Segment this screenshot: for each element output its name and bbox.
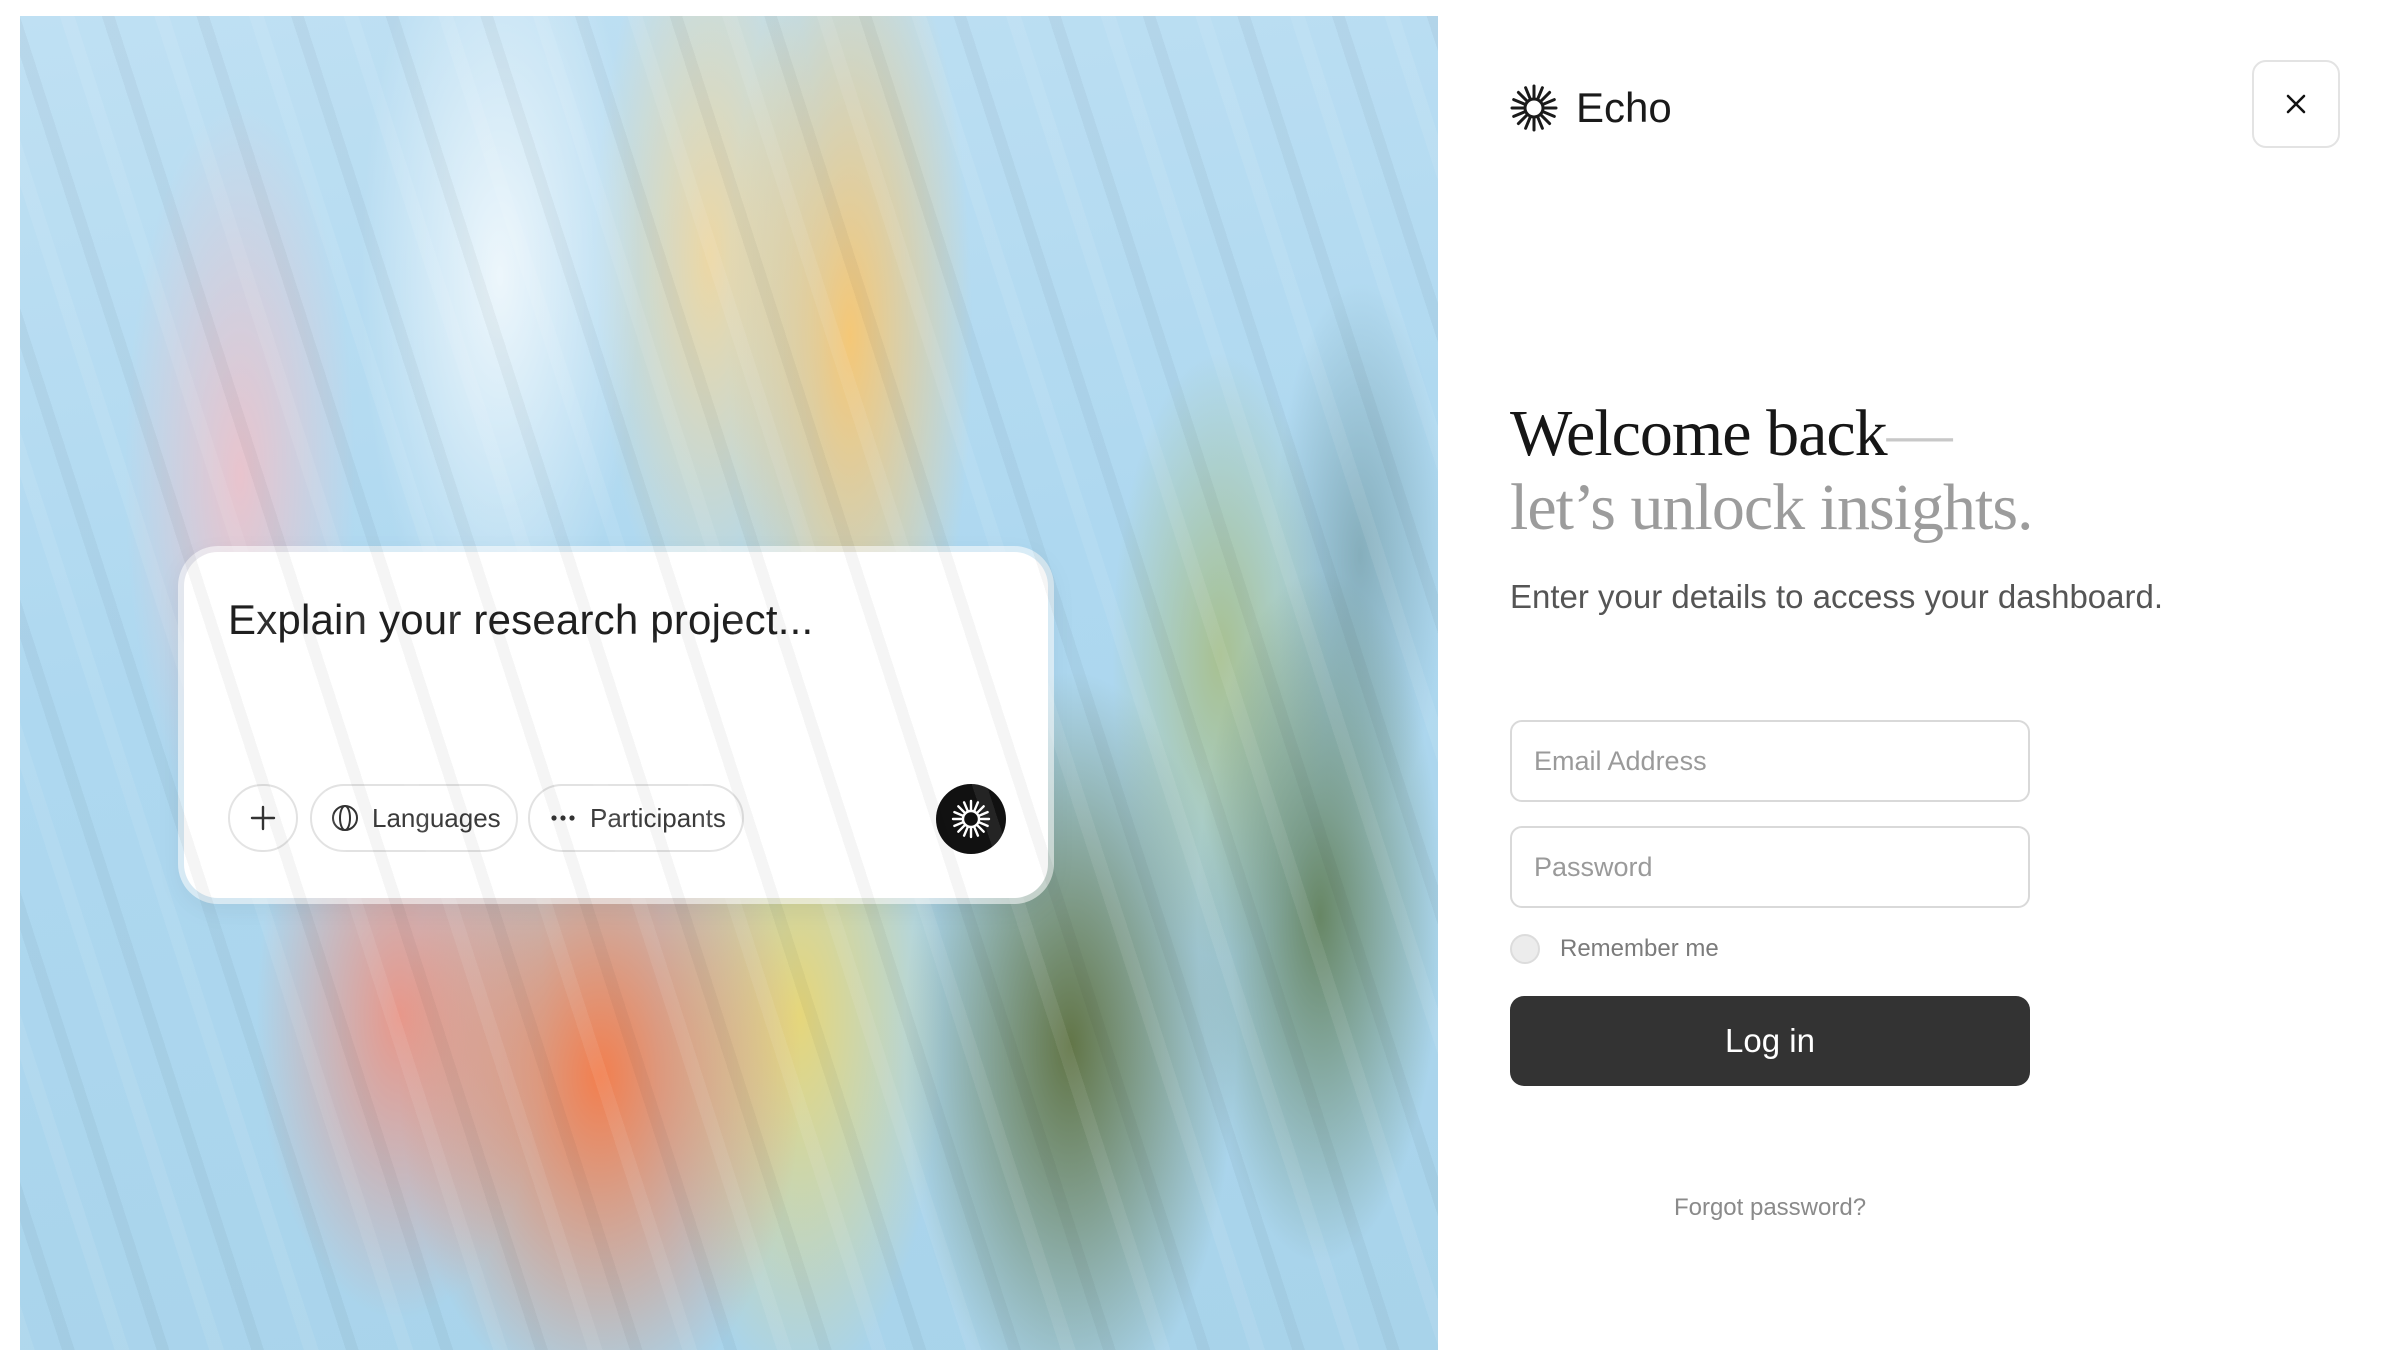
email-field[interactable] — [1510, 720, 2030, 802]
send-button[interactable] — [936, 784, 1006, 854]
headline-line-1: Welcome back— — [1510, 396, 1953, 472]
languages-chip[interactable]: Languages — [310, 784, 518, 852]
headline-text: Welcome back — [1510, 397, 1888, 470]
remember-me-radio[interactable] — [1510, 934, 1540, 964]
headline-line-2: let’s unlock insights. — [1510, 471, 2033, 544]
close-button[interactable] — [2252, 60, 2340, 148]
brand: Echo — [1510, 84, 1672, 132]
login-subtitle: Enter your details to access your dashbo… — [1510, 578, 2164, 615]
prompt-card: Explain your research project... Languag… — [184, 552, 1048, 898]
add-button[interactable] — [228, 784, 298, 852]
remember-me[interactable]: Remember me — [1510, 934, 1719, 964]
brand-name: Echo — [1576, 84, 1672, 131]
headline-dash: — — [1886, 397, 1953, 470]
close-icon — [2286, 94, 2306, 114]
languages-label: Languages — [372, 802, 501, 833]
login-button[interactable]: Log in — [1510, 996, 2030, 1086]
participants-chip[interactable]: Participants — [528, 784, 744, 852]
participants-label: Participants — [590, 802, 726, 833]
hero-artwork: Explain your research project... Languag… — [20, 16, 1438, 1350]
password-field[interactable] — [1510, 826, 2030, 908]
ellipsis-icon — [551, 815, 575, 821]
plus-icon — [250, 805, 276, 831]
globe-icon — [332, 805, 358, 831]
prompt-text[interactable]: Explain your research project... — [228, 596, 813, 644]
sunburst-logo-icon — [1510, 84, 1558, 132]
remember-me-label: Remember me — [1560, 935, 1719, 962]
forgot-password-link[interactable]: Forgot password? — [1510, 1194, 2030, 1222]
sunburst-icon — [951, 799, 991, 839]
